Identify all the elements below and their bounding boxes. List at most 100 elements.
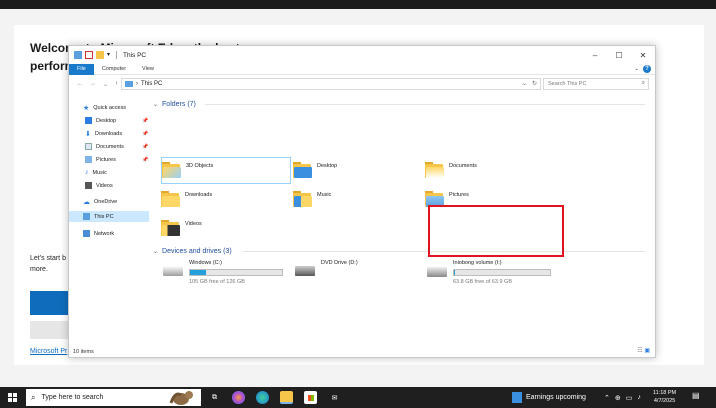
back-arrow-icon[interactable]: ← bbox=[77, 81, 83, 88]
folder-videos[interactable]: Videos bbox=[161, 215, 281, 242]
edge-primary-button[interactable] bbox=[30, 291, 70, 315]
start-button[interactable] bbox=[0, 387, 24, 408]
breadcrumb-this-pc[interactable]: This PC bbox=[141, 81, 162, 87]
maximize-button[interactable]: ☐ bbox=[607, 46, 631, 64]
chevron-down-icon[interactable]: ⌄ bbox=[634, 66, 639, 72]
new-folder-icon[interactable] bbox=[96, 51, 104, 59]
ribbon-tabs: File Computer View ⌄ ? bbox=[69, 63, 655, 75]
pin-icon[interactable]: 📌 bbox=[142, 157, 148, 163]
show-hidden-icons-icon[interactable]: ⌃ bbox=[604, 394, 610, 402]
desktop-icon bbox=[85, 117, 92, 124]
folders-group-header[interactable]: ⌄ Folders (7) bbox=[153, 99, 196, 109]
desktop: Welcome to Microsoft Edge, the best perf… bbox=[0, 0, 716, 408]
folder-label: Documents bbox=[449, 162, 477, 169]
sidebar-item-label: Videos bbox=[96, 182, 113, 189]
sidebar-item-documents[interactable]: Documents 📌 bbox=[69, 141, 149, 152]
sidebar-item-quick-access[interactable]: ★ Quick access bbox=[69, 102, 149, 113]
up-arrow-icon[interactable]: ↑ bbox=[115, 81, 118, 88]
sidebar-item-label: Quick access bbox=[93, 104, 126, 111]
drive-d[interactable]: DVD Drive (D:) bbox=[293, 260, 413, 290]
folder-icon bbox=[293, 191, 313, 208]
drives-group-title: Devices and drives (3) bbox=[162, 247, 232, 255]
file-explorer-icon[interactable] bbox=[280, 391, 293, 404]
edge-icon[interactable] bbox=[256, 391, 269, 404]
pin-icon[interactable]: 📌 bbox=[142, 144, 148, 150]
news-headline: Earnings upcoming bbox=[526, 394, 586, 401]
large-icons-view-icon[interactable]: ▣ bbox=[644, 348, 650, 354]
sidebar-item-music[interactable]: ♪ Music bbox=[69, 167, 149, 178]
sidebar-item-this-pc[interactable]: This PC bbox=[69, 211, 149, 222]
drive-c[interactable]: Windows (C:) 105 GB free of 126 GB bbox=[161, 260, 286, 290]
divider bbox=[205, 104, 645, 105]
chevron-down-icon[interactable]: ⌄ bbox=[522, 80, 527, 87]
taskbar-apps: ⧉ ✉ bbox=[208, 387, 341, 408]
dvd-drive-icon bbox=[295, 266, 315, 276]
customize-icon[interactable]: ▾ bbox=[107, 51, 113, 59]
pin-icon[interactable]: 📌 bbox=[142, 118, 148, 124]
sidebar-item-videos[interactable]: Videos bbox=[69, 180, 149, 191]
sidebar-item-desktop[interactable]: Desktop 📌 bbox=[69, 115, 149, 126]
drive-i[interactable]: Iniobong volume (I:) 63.8 GB free of 63.… bbox=[425, 255, 555, 285]
taskbar-widgets[interactable]: Earnings upcoming bbox=[512, 387, 586, 408]
sidebar-item-pictures[interactable]: Pictures 📌 bbox=[69, 154, 149, 165]
sidebar-item-label: OneDrive bbox=[94, 198, 118, 205]
sidebar-item-network[interactable]: Network bbox=[69, 228, 149, 239]
folder-music[interactable]: Music bbox=[293, 186, 413, 213]
task-view-icon[interactable]: ⧉ bbox=[208, 391, 221, 404]
folder-label: Desktop bbox=[317, 162, 338, 169]
properties-icon[interactable] bbox=[85, 51, 93, 59]
recent-chevron-icon[interactable]: ⌄ bbox=[103, 81, 108, 88]
view-toggle[interactable]: ☷ ▣ bbox=[637, 347, 650, 354]
refresh-icon[interactable]: ↻ bbox=[532, 80, 537, 87]
sidebar-item-label: Pictures bbox=[96, 156, 116, 163]
pin-icon[interactable]: 📌 bbox=[142, 131, 148, 137]
minimize-button[interactable]: – bbox=[583, 46, 607, 64]
search-icon: ⌕ bbox=[31, 392, 36, 402]
close-button[interactable]: ✕ bbox=[631, 46, 655, 64]
tab-computer[interactable]: Computer bbox=[94, 66, 134, 72]
system-tray: ⌃ ⊕ ▭ ♪ bbox=[604, 387, 641, 408]
copilot-icon[interactable] bbox=[232, 391, 245, 404]
drives-group-header[interactable]: ⌄ Devices and drives (3) bbox=[153, 246, 232, 256]
chevron-down-icon: ⌄ bbox=[153, 101, 159, 108]
sidebar-item-label: This PC bbox=[94, 213, 114, 220]
download-icon: ⬇ bbox=[85, 131, 91, 138]
details-view-icon[interactable]: ☷ bbox=[637, 348, 642, 354]
title-separator bbox=[116, 51, 117, 59]
drive-name: Iniobong volume (I:) bbox=[453, 260, 502, 266]
folder-3d-objects[interactable]: 3D Objects bbox=[161, 157, 291, 184]
clock[interactable]: 11:18 PM 4/7/2025 bbox=[653, 389, 676, 405]
display-tray-icon[interactable]: ▭ bbox=[626, 394, 633, 402]
store-icon[interactable] bbox=[304, 391, 317, 404]
volume-icon[interactable]: ♪ bbox=[637, 394, 641, 401]
drive-name: DVD Drive (D:) bbox=[321, 260, 358, 266]
network-icon bbox=[83, 230, 90, 237]
help-icon[interactable]: ? bbox=[643, 65, 651, 73]
folder-downloads[interactable]: Downloads bbox=[161, 186, 281, 213]
mail-icon[interactable]: ✉ bbox=[328, 391, 341, 404]
folder-documents[interactable]: Documents bbox=[425, 157, 545, 184]
tab-view[interactable]: View bbox=[134, 66, 162, 72]
file-explorer-window: ▾ This PC – ☐ ✕ File Computer View ⌄ ? ←… bbox=[68, 45, 656, 358]
address-bar[interactable]: › This PC ⌄ ↻ bbox=[121, 78, 541, 90]
quick-access-toolbar: ▾ bbox=[69, 51, 117, 59]
sidebar-item-onedrive[interactable]: ☁ OneDrive bbox=[69, 196, 149, 207]
folder-desktop[interactable]: Desktop bbox=[293, 157, 413, 184]
taskbar: ⌕ Type here to search ⧉ ✉ Earnings upcom… bbox=[0, 387, 716, 408]
breadcrumb-separator: › bbox=[136, 81, 138, 87]
notification-icon[interactable]: ▤ bbox=[692, 391, 703, 402]
edge-link[interactable]: Microsoft Pr bbox=[30, 348, 67, 355]
title-bar[interactable]: ▾ This PC – ☐ ✕ bbox=[69, 46, 655, 64]
drive-free-space: 63.8 GB free of 63.9 GB bbox=[453, 279, 513, 285]
tab-file[interactable]: File bbox=[69, 63, 94, 75]
clock-date: 4/7/2025 bbox=[653, 398, 676, 404]
cloud-icon: ☁ bbox=[83, 199, 90, 206]
content-pane: ⌄ Folders (7) 3D Objects Desktop Documen… bbox=[153, 96, 653, 351]
forward-arrow-icon[interactable]: → bbox=[90, 81, 96, 88]
search-input[interactable]: Search This PC ⌕ bbox=[543, 78, 649, 90]
taskbar-search-input[interactable]: ⌕ Type here to search bbox=[26, 389, 201, 406]
edge-secondary-button[interactable] bbox=[30, 321, 70, 339]
sidebar-item-downloads[interactable]: ⬇ Downloads 📌 bbox=[69, 128, 149, 139]
network-tray-icon[interactable]: ⊕ bbox=[615, 394, 621, 402]
sidebar-item-label: Music bbox=[92, 169, 107, 176]
